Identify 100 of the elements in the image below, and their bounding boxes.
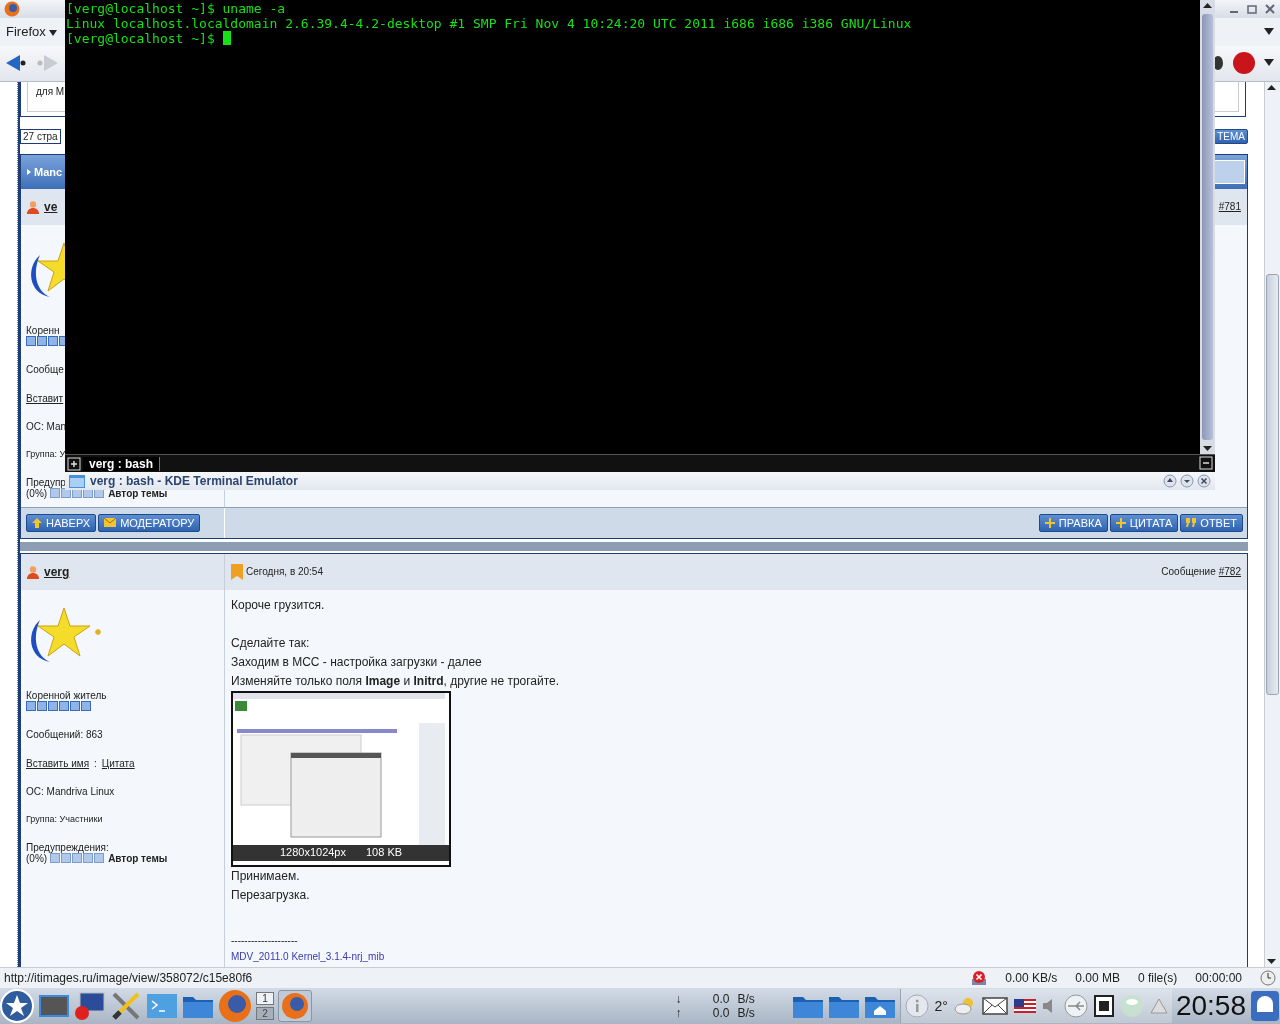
signature-link[interactable]: MDV_2011.0 Kernel_3.1.4-nrj_mib — [231, 946, 1241, 966]
close-icon[interactable] — [1197, 474, 1211, 489]
caret-icon[interactable] — [1264, 59, 1274, 68]
author-status-label: Автор темы — [108, 853, 168, 865]
rank-pip-icon — [37, 700, 47, 711]
user-link[interactable]: ve — [44, 199, 58, 214]
new-tab-icon[interactable] — [65, 455, 83, 472]
user-icon — [26, 199, 40, 214]
post-text: Принимаем. — [231, 867, 301, 885]
group-info: Группа: Участники — [26, 813, 103, 824]
flag-icon[interactable] — [1013, 999, 1036, 1013]
post-number-link[interactable]: #781 — [1218, 201, 1241, 213]
new-topic-button[interactable]: ТЕМА — [1214, 128, 1248, 144]
desktop-pager-button[interactable]: 2 — [256, 1007, 274, 1020]
screen-capture-icon[interactable] — [38, 993, 70, 1019]
group-info: Группа: У — [26, 448, 66, 459]
monitor-icon[interactable] — [74, 991, 106, 1021]
post-action-button[interactable]: НАВЕРХ — [26, 513, 97, 532]
rank-pip-icon — [37, 335, 47, 346]
upload-rate: 0.0 — [711, 1006, 730, 1020]
post-action-button[interactable]: МОДЕРАТОРУ — [98, 513, 201, 532]
download-rate: 0.0 — [711, 992, 730, 1006]
status-url: http://itimages.ru/image/view/358072/c15e80f6 — [4, 971, 253, 985]
tools-icon[interactable] — [110, 990, 142, 1022]
terminal-icon — [69, 474, 85, 488]
window-title: verg : bash - KDE Terminal Emulator — [90, 474, 298, 489]
rank-pip-icon — [59, 700, 69, 711]
up-arrow-icon — [32, 517, 42, 528]
terminal-tab[interactable]: verg : bash — [83, 456, 161, 471]
firefox-icon — [4, 1, 20, 17]
lock-icon[interactable] — [1250, 990, 1280, 1022]
warnings-label: Предупр — [26, 476, 66, 488]
firefox-task-button[interactable] — [278, 990, 312, 1022]
restore-icon[interactable] — [1246, 3, 1258, 15]
signature-rule: -------------------- — [231, 934, 299, 947]
close-icon[interactable] — [1264, 3, 1276, 15]
minimize-icon[interactable] — [1180, 474, 1194, 489]
post-number-link[interactable]: #782 — [1218, 566, 1241, 578]
network-icon[interactable] — [1093, 995, 1114, 1017]
download-size: 0.00 MB — [1075, 971, 1120, 985]
author-status-label: Автор темы — [108, 488, 168, 500]
rank-pip-icon — [81, 700, 91, 711]
screenshot-thumbnail[interactable]: 1280x1024px 108 KB — [231, 690, 451, 867]
rank-pip-icon — [26, 335, 36, 346]
post-action-button[interactable]: ЦИТАТА — [1109, 513, 1179, 532]
terminal-scrollbar[interactable] — [1200, 0, 1215, 455]
upload-arrow: ↑ — [675, 1006, 682, 1020]
download-arrow: ↓ — [675, 992, 682, 1006]
firefox-menu-button[interactable]: Firefox — [6, 24, 58, 40]
close-tab-icon[interactable] — [1197, 455, 1215, 472]
desktop-pager-button[interactable]: 1 — [256, 992, 274, 1005]
start-menu-icon[interactable] — [0, 989, 34, 1023]
post-action-button[interactable]: ОТВЕТ — [1180, 513, 1243, 532]
user-link[interactable]: verg — [44, 564, 70, 579]
triangle-icon — [27, 168, 31, 175]
quote-link[interactable]: Цитата — [101, 757, 135, 769]
text-cursor — [222, 31, 231, 45]
user-rank: Коренной житель — [26, 689, 107, 701]
user-rank: Коренн — [26, 324, 60, 336]
download-speed: 0.00 KB/s — [1005, 971, 1058, 985]
firefox-icon[interactable] — [218, 989, 252, 1023]
post-text: Изменяйте только поля Image и Initrd, другие не трогайте. — [231, 672, 561, 690]
separator-text: : — [94, 757, 97, 769]
back-arrow-icon[interactable] — [6, 55, 28, 72]
user-icon — [26, 564, 40, 579]
post-action-button[interactable]: ПРАВКА — [1038, 513, 1108, 532]
post-label: Сообщение — [1161, 566, 1216, 578]
rank-pip-icon — [48, 335, 58, 346]
plus-icon — [1115, 517, 1126, 528]
image-size: 108 KB — [366, 845, 403, 861]
insert-name-link[interactable]: Вставит — [26, 392, 64, 404]
post-text: Сделайте так: — [231, 634, 311, 652]
adblock-icon[interactable] — [1232, 51, 1256, 76]
error-icon[interactable] — [971, 970, 988, 986]
rate-unit: B/s — [737, 1006, 756, 1020]
caret-icon — [49, 30, 58, 37]
temperature: 2° — [934, 998, 948, 1014]
bookmark-icon — [231, 563, 243, 580]
rank-pip-icon — [48, 700, 58, 711]
os-info: ОС: Man — [26, 420, 66, 432]
post-count: Сообще — [26, 363, 64, 375]
warning-percent: (0%) — [26, 488, 48, 500]
clock-time[interactable]: 20:58 — [1175, 990, 1246, 1022]
tab-list-caret-icon[interactable] — [1264, 27, 1274, 36]
page-scrollbar[interactable] — [1264, 81, 1280, 968]
rank-pip-icon — [70, 700, 80, 711]
post-date: Сегодня, в 20:54 — [246, 566, 323, 578]
mail-icon[interactable] — [981, 997, 1008, 1015]
rank-pip-icon — [26, 700, 36, 711]
warning-percent: (0%) — [26, 853, 48, 865]
download-time: 00:00:00 — [1195, 971, 1242, 985]
post-text: Перезагрузка. — [231, 886, 311, 904]
insert-name-link[interactable]: Вставить имя — [26, 757, 90, 769]
warnings-label: Предупреждения: — [26, 841, 109, 853]
pin-icon[interactable] — [1163, 474, 1177, 489]
post-text: Короче грузится. — [231, 596, 326, 614]
page-text: для М — [36, 85, 65, 97]
plus-icon — [1044, 517, 1055, 528]
file-count: 0 file(s) — [1137, 971, 1178, 985]
page-count-field[interactable]: 27 стра — [20, 128, 61, 144]
